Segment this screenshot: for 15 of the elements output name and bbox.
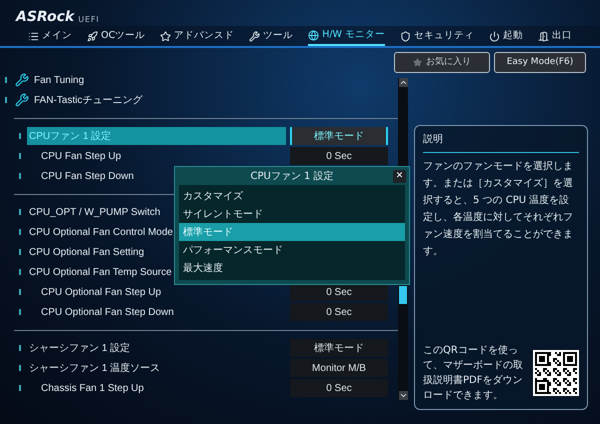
dialog-title: CPUファン 1 設定 (250, 170, 334, 184)
setting-label: FAN-Tasticチューニング (34, 94, 142, 108)
panel-title: 説明 (423, 132, 444, 147)
setting-label: CPU Fan Step Up (41, 150, 122, 164)
brand-suffix: UEFI (78, 16, 100, 24)
setting-label: CPU Optional Fan Step Up (41, 286, 162, 300)
setting-label: Fan Tuning (34, 74, 84, 88)
setting-label: シャーシファン 1 温度ソース (29, 362, 160, 376)
setting-label: CPUファン 1 設定 (29, 130, 112, 144)
setting-label: Chassis Fan 1 Step Up (41, 382, 144, 396)
description-text: ファンのファンモードを選択します。または［カスタマイズ］を選択すると、5 つの CPU 温度を設定し、各温度に対してそれぞれファン速度を割当てることができます。 (423, 160, 574, 259)
brand-logo: ASRock (16, 10, 74, 24)
setting-label: シャーシファン 1 設定 (29, 342, 130, 356)
qr-caption: このQRコードを使って、マザーボードの取扱説明書PDFをダウンロードできます。 (423, 344, 524, 403)
setting-label: CPU Optional Fan Step Down (41, 306, 174, 320)
